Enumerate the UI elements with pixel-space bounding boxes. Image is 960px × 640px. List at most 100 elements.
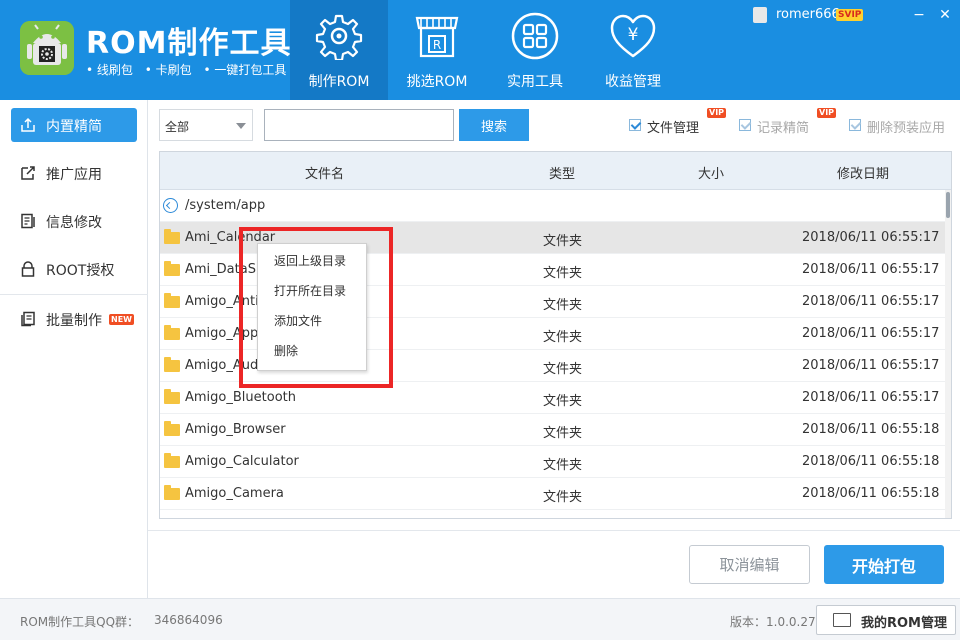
folder-icon: [164, 389, 180, 404]
sidebar-item-batch-make[interactable]: 批量制作 NEW: [11, 302, 137, 336]
checkbox-checked-icon: [849, 119, 861, 131]
svg-text:¥: ¥: [628, 25, 639, 45]
search-input[interactable]: [264, 109, 454, 141]
chevron-down-icon: [236, 123, 246, 129]
sidebar-item-label: 内置精简: [46, 119, 102, 135]
sidebar-item-label: ROOT授权: [46, 263, 115, 279]
app-subtitle: • 线刷包 • 卡刷包 • 一键打包工具: [86, 61, 294, 78]
row-type: 文件夹: [543, 330, 583, 345]
row-date: 2018/06/11 06:55:17: [802, 326, 940, 341]
row-type: 文件夹: [543, 394, 583, 409]
folder-icon: [164, 485, 180, 500]
my-rom-manage-button[interactable]: 我的ROM管理: [816, 605, 956, 635]
upload-icon: [21, 117, 35, 132]
checkbox-label: 文件管理: [647, 121, 700, 136]
sidebar-item-builtin-slim[interactable]: 内置精简: [11, 108, 137, 142]
row-name: Amigo_Calculator: [185, 454, 299, 469]
tab-pick-rom-label: 挑选ROM: [406, 74, 468, 90]
row-name: Amigo_Browser: [185, 422, 286, 437]
filter-select-value: 全部: [165, 120, 190, 134]
row-date: 2018/06/11 06:55:17: [802, 358, 940, 373]
feature-card-flash: • 卡刷包: [144, 63, 192, 77]
tab-make-rom[interactable]: 制作ROM: [290, 0, 388, 100]
sidebar-item-label: 推广应用: [46, 167, 102, 183]
document-edit-icon: [21, 213, 35, 229]
app-logo: [20, 21, 74, 75]
sidebar-item-promote-apps[interactable]: 推广应用: [11, 156, 137, 190]
vip-badge: VIP: [817, 108, 837, 118]
table-row[interactable]: Amigo_Browser 文件夹 2018/06/11 06:55:18: [160, 414, 946, 446]
folder-icon: [164, 453, 180, 468]
parent-dir-row[interactable]: /system/app: [160, 190, 946, 222]
row-type: 文件夹: [543, 266, 583, 281]
close-button[interactable]: ✕: [936, 6, 954, 24]
avatar[interactable]: [753, 7, 767, 23]
tab-earnings[interactable]: ¥ 收益管理: [584, 0, 682, 100]
feature-one-click: • 一键打包工具: [203, 63, 287, 77]
row-date: 2018/06/11 06:55:18: [802, 486, 940, 501]
tab-pick-rom[interactable]: R 挑选ROM: [388, 0, 486, 100]
user-area: romer666 SVIP − ✕: [750, 0, 960, 30]
checkbox-label: 记录精简: [757, 121, 810, 136]
folder-icon: [164, 421, 180, 436]
gear-icon: [315, 14, 363, 60]
checkbox-checked-icon: [739, 119, 751, 131]
row-type: 文件夹: [543, 458, 583, 473]
column-header-type[interactable]: 类型: [549, 163, 575, 182]
folder-icon: [164, 357, 180, 372]
sidebar-item-label: 批量制作: [46, 313, 102, 329]
tab-make-rom-label: 制作ROM: [308, 74, 370, 90]
checkbox-label: 删除预装应用: [867, 121, 946, 136]
divider: [148, 530, 960, 531]
folder-icon: [164, 325, 180, 340]
app-title: ROM制作工具: [86, 26, 292, 61]
table-header: 文件名 类型 大小 修改日期: [160, 152, 951, 190]
column-header-date[interactable]: 修改日期: [837, 163, 889, 182]
column-header-name[interactable]: 文件名: [305, 163, 344, 182]
annotation-highlight-box: [239, 227, 393, 388]
lock-icon: [21, 261, 35, 277]
tab-earnings-label: 收益管理: [605, 74, 661, 90]
svg-text:R: R: [433, 38, 441, 52]
share-icon: [21, 166, 35, 180]
row-name: Amigo_Bluetooth: [185, 390, 296, 405]
folder-icon: [164, 261, 180, 276]
row-type: 文件夹: [543, 426, 583, 441]
sidebar-item-root-auth[interactable]: ROOT授权: [11, 252, 137, 286]
current-path: /system/app: [185, 198, 266, 213]
row-type: 文件夹: [543, 362, 583, 377]
qq-group-number: 346864096: [154, 613, 223, 627]
column-header-size[interactable]: 大小: [698, 163, 724, 182]
row-date: 2018/06/11 06:55:17: [802, 294, 940, 309]
folder-icon: [164, 293, 180, 308]
tab-utilities[interactable]: 实用工具: [486, 0, 584, 100]
footer-bar: ROM制作工具QQ群： 346864096 版本：1.0.0.27 我的ROM管…: [0, 598, 960, 640]
grid-icon: [511, 12, 559, 60]
row-type: 文件夹: [543, 234, 583, 249]
qq-group-label: ROM制作工具QQ群：: [20, 615, 140, 629]
row-date: 2018/06/11 06:55:17: [802, 390, 940, 405]
minimize-button[interactable]: −: [910, 6, 928, 24]
folder-icon: [164, 229, 180, 244]
back-arrow-icon[interactable]: [163, 198, 178, 213]
sidebar-item-label: 信息修改: [46, 215, 102, 231]
row-date: 2018/06/11 06:55:17: [802, 262, 940, 277]
scrollbar-thumb[interactable]: [946, 192, 950, 218]
table-row[interactable]: Amigo_Calculator 文件夹 2018/06/11 06:55:18: [160, 446, 946, 478]
row-date: 2018/06/11 06:55:17: [802, 230, 940, 245]
store-icon: R: [415, 16, 459, 58]
username[interactable]: romer666: [776, 7, 840, 22]
monitor-icon: [833, 613, 851, 627]
vip-badge: VIP: [707, 108, 727, 118]
start-pack-button[interactable]: 开始打包: [824, 545, 944, 584]
row-name: Amigo_Camera: [185, 486, 284, 501]
new-badge: NEW: [109, 314, 134, 325]
table-scrollbar[interactable]: [945, 190, 951, 518]
search-button[interactable]: 搜索: [459, 109, 529, 141]
yen-heart-icon: ¥: [610, 14, 656, 58]
cancel-edit-button[interactable]: 取消编辑: [689, 545, 810, 584]
sidebar-item-info-edit[interactable]: 信息修改: [11, 204, 137, 238]
feature-line-flash: • 线刷包: [86, 63, 133, 77]
table-row[interactable]: Amigo_Camera 文件夹 2018/06/11 06:55:18: [160, 478, 946, 510]
filter-select[interactable]: 全部: [159, 109, 253, 141]
